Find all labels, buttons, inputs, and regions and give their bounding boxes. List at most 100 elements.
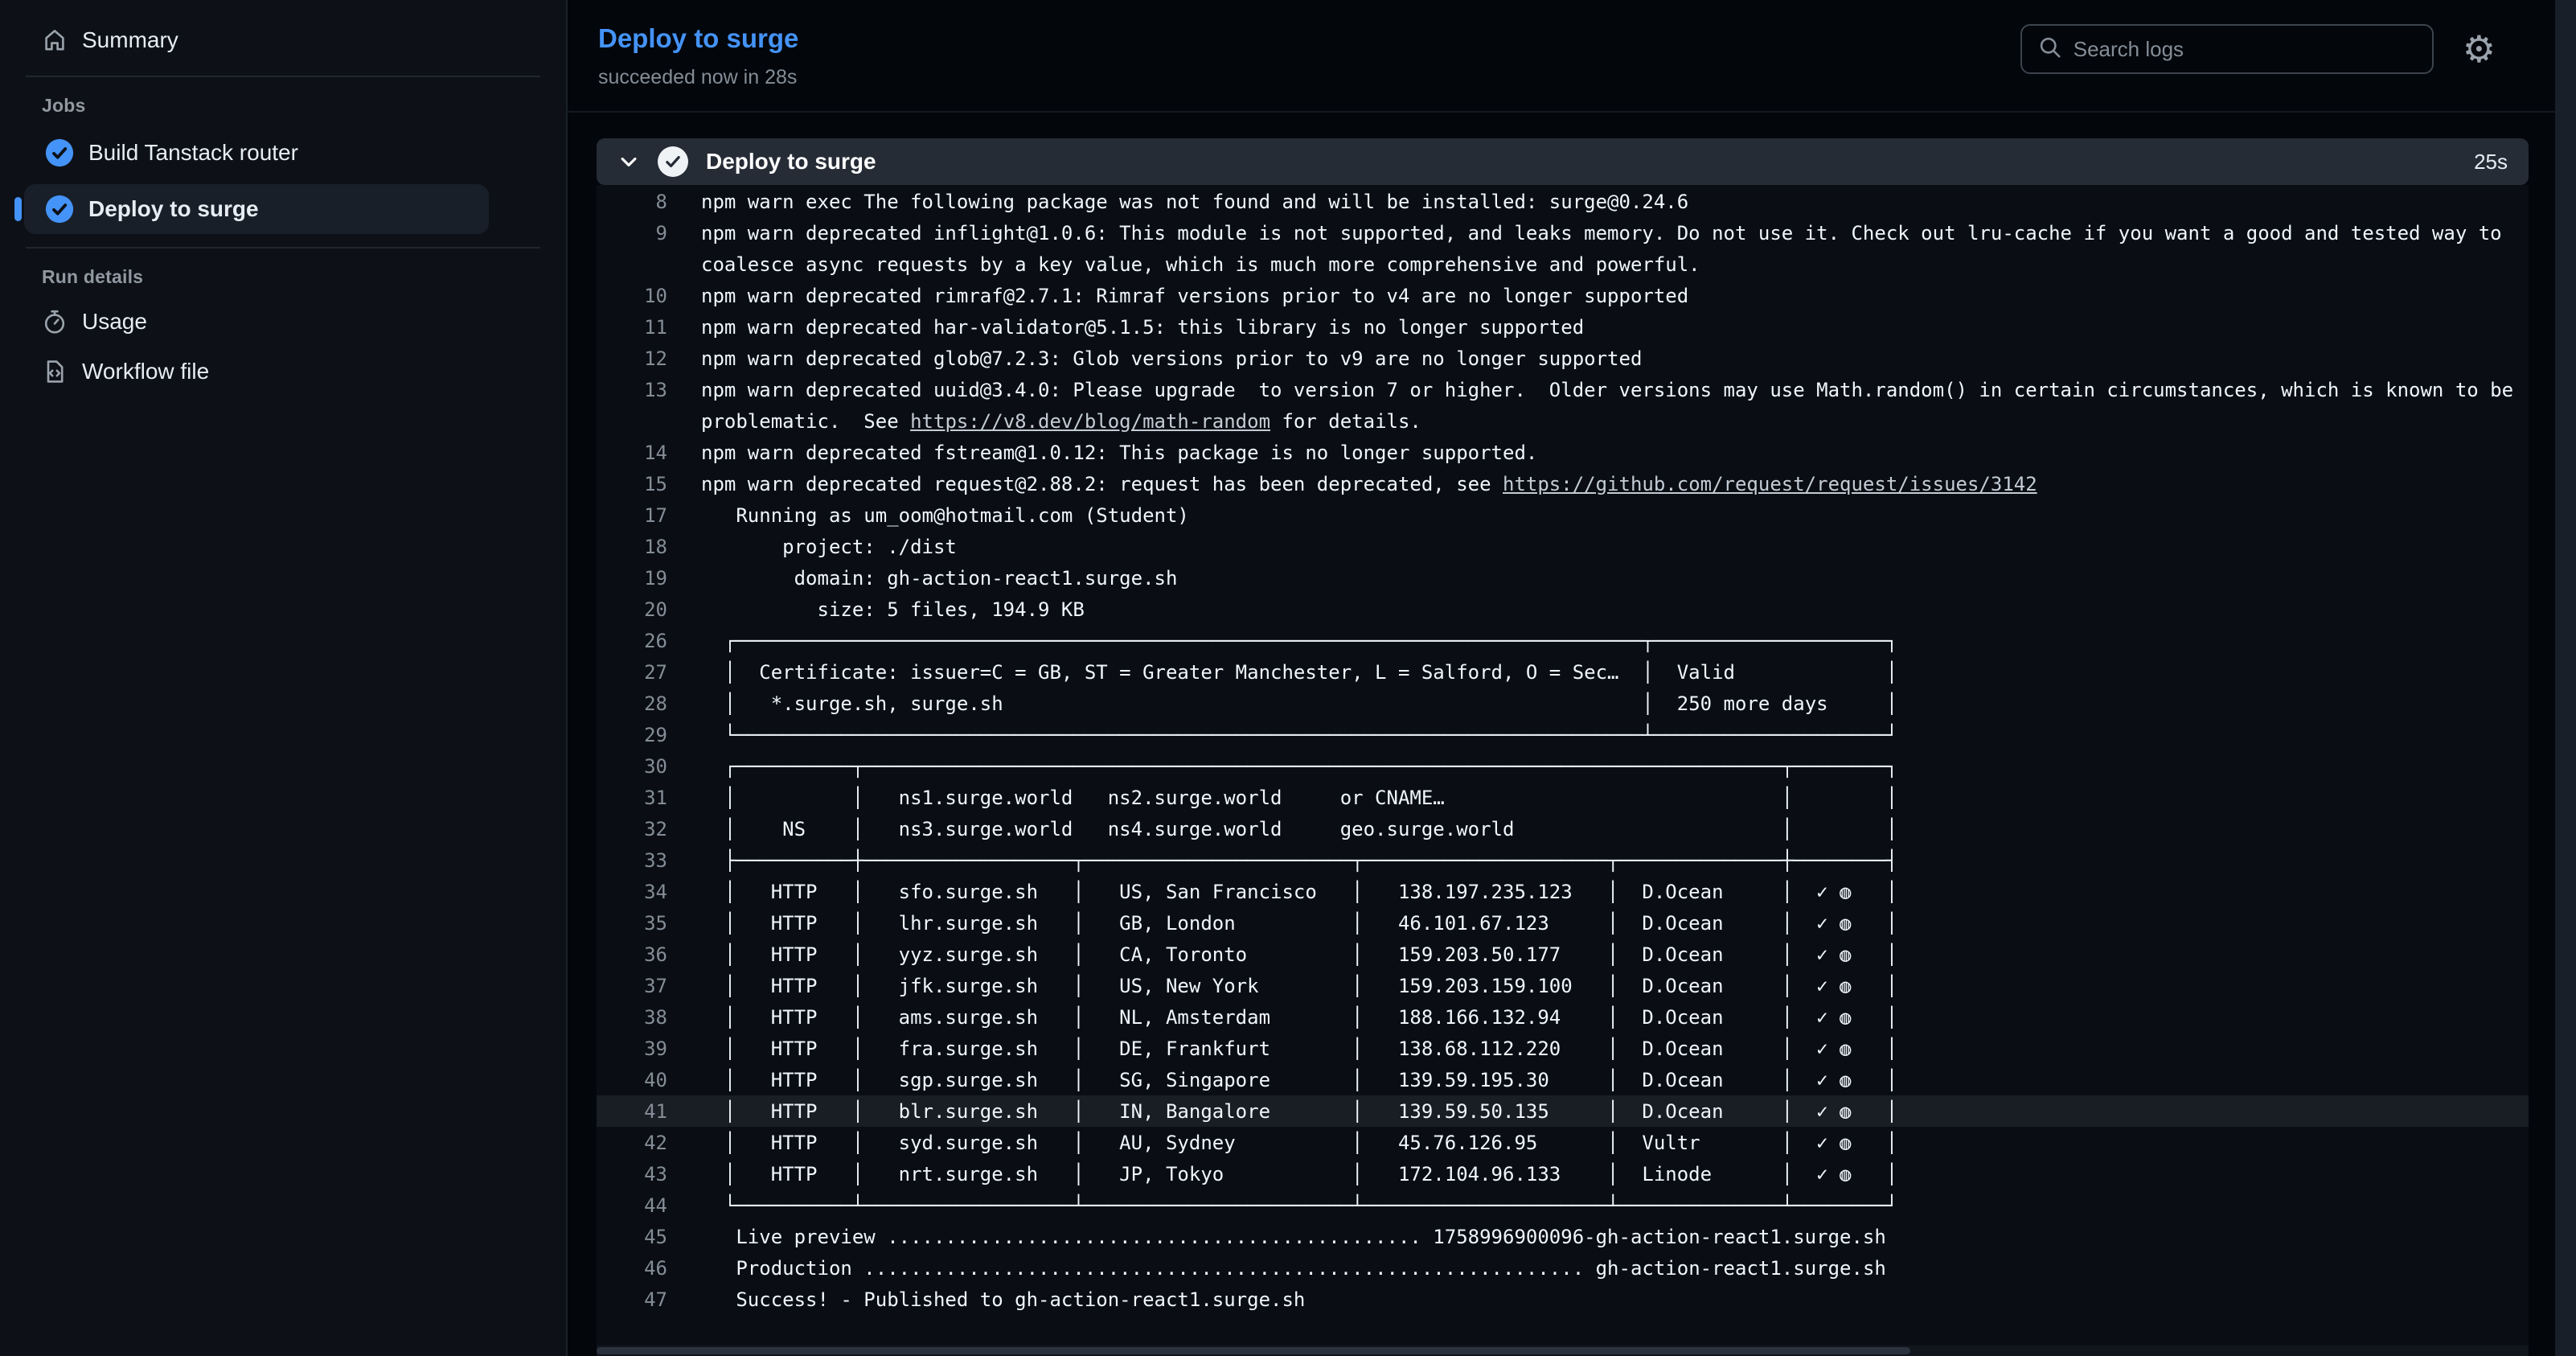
run-header: Deploy to surge succeeded now in 28s ⚙: [568, 0, 2576, 113]
log-text-segment: size: 5 files, 194.9 KB: [701, 598, 1085, 621]
horizontal-scrollbar-thumb[interactable]: [597, 1347, 1910, 1354]
log-text-segment: [1514, 818, 1781, 840]
search-icon: [2038, 35, 2062, 64]
log-text-segment: ┬: [1073, 849, 1084, 872]
log-line-text: npm warn deprecated request@2.88.2: requ…: [701, 473, 2037, 495]
log-line-number[interactable]: 10: [597, 285, 667, 307]
workflow-run-page: Summary Jobs Build Tanstack router Deplo…: [0, 0, 2576, 1356]
gear-icon[interactable]: ⚙: [2463, 31, 2496, 68]
log-line-text: npm warn deprecated har-validator@5.1.5:…: [701, 316, 1584, 339]
log-line-number[interactable]: 28: [597, 692, 667, 715]
log-row: 45 Live preview ........................…: [597, 1221, 2529, 1252]
log-text-segment: ........................................…: [887, 1226, 1421, 1248]
log-row: 43 │ HTTP │ nrt.surge.sh │ JP, Tokyo │ 1…: [597, 1158, 2529, 1190]
log-line-number[interactable]: 40: [597, 1069, 667, 1091]
page-title[interactable]: Deploy to surge: [598, 24, 798, 53]
check-circle-icon: [45, 138, 74, 167]
log-line-number[interactable]: 26: [597, 630, 667, 652]
log-link[interactable]: https://v8.dev/blog/math-random: [910, 410, 1270, 433]
log-line-number[interactable]: 18: [597, 536, 667, 558]
sidebar-job-build-tanstack-router[interactable]: Build Tanstack router: [24, 128, 489, 178]
log-text-segment: [1003, 692, 1643, 715]
log-line-text: ├──────────┼──────────────────┬─────────…: [701, 849, 1897, 872]
sidebar-item-usage[interactable]: Usage: [23, 299, 494, 344]
log-line-number[interactable]: 33: [597, 849, 667, 872]
log-line-number[interactable]: 45: [597, 1226, 667, 1248]
search-logs-input[interactable]: [2074, 37, 2416, 62]
log-text-segment: │ │: [1782, 787, 1898, 809]
log-text-segment: ┬: [852, 755, 863, 778]
log-text-segment: │ HTTP │ nrt.surge.sh │ JP, Tokyo │ 172.…: [701, 1163, 1897, 1185]
log-text-segment: ──────────────────: [863, 849, 1073, 872]
log-text-segment: │ HTTP │ lhr.surge.sh │ GB, London │ 46.…: [701, 912, 1897, 935]
log-text-segment: │ HTTP │ sfo.surge.sh │ US, San Francisc…: [701, 881, 1897, 903]
sidebar-divider: [26, 76, 540, 77]
log-line-number[interactable]: 11: [597, 316, 667, 339]
log-text-segment: problematic. See: [701, 410, 910, 433]
log-text-segment: │ HTTP │ ams.surge.sh │ NL, Amsterdam │ …: [701, 1006, 1897, 1029]
log-row: 46 Production ..........................…: [597, 1252, 2529, 1284]
log-line-number[interactable]: 42: [597, 1132, 667, 1154]
log-link[interactable]: https://github.com/request/request/issue…: [1503, 473, 2037, 495]
log-text-segment: ┴: [1073, 1194, 1084, 1217]
log-line-number[interactable]: 36: [597, 943, 667, 966]
log-line-number[interactable]: 47: [597, 1288, 667, 1311]
log-line-number[interactable]: 17: [597, 504, 667, 527]
log-line-number[interactable]: 12: [597, 347, 667, 370]
main-content: Deploy to surge succeeded now in 28s ⚙: [568, 0, 2576, 1356]
log-text-segment: ┐: [1886, 630, 1897, 652]
log-line-number[interactable]: 30: [597, 755, 667, 778]
file-code-icon: [42, 359, 68, 384]
log-text-segment: ──────────: [736, 755, 852, 778]
log-line-number[interactable]: 32: [597, 818, 667, 840]
log-row: 28 │ *.surge.sh, surge.sh │ 250 more day…: [597, 688, 2529, 719]
log-line-text: │ HTTP │ sfo.surge.sh │ US, San Francisc…: [701, 881, 1897, 903]
log-line-number[interactable]: 8: [597, 191, 667, 213]
log-text-segment: ────────────────────────────────────────…: [736, 724, 1642, 746]
log-text-segment: ┼: [1782, 849, 1793, 872]
log-line-number[interactable]: 39: [597, 1038, 667, 1060]
sidebar-job-deploy-to-surge[interactable]: Deploy to surge: [24, 184, 489, 234]
log-line-number[interactable]: 19: [597, 567, 667, 590]
log-line-number[interactable]: 38: [597, 1006, 667, 1029]
log-text-segment: coalesce async requests by a key value, …: [701, 253, 1700, 276]
sidebar-item-summary[interactable]: Summary: [23, 18, 494, 63]
log-line-number[interactable]: 41: [597, 1100, 667, 1123]
log-line-number[interactable]: 31: [597, 787, 667, 809]
log-row: 44 └──────────┴──────────────────┴──────…: [597, 1190, 2529, 1221]
log-line-number[interactable]: 27: [597, 661, 667, 684]
log-line-number[interactable]: 46: [597, 1257, 667, 1280]
horizontal-scrollbar[interactable]: [597, 1346, 2529, 1356]
log-text-segment: │ Certificate: issuer=C = GB, ST = Great…: [701, 661, 1735, 684]
log-row: 11 npm warn deprecated har-validator@5.1.…: [597, 311, 2529, 343]
stopwatch-icon: [42, 309, 68, 335]
log-line-number[interactable]: 9: [597, 222, 667, 244]
sidebar-item-workflow-file[interactable]: Workflow file: [23, 349, 494, 394]
log-line-number[interactable]: 44: [597, 1194, 667, 1217]
log-line-number[interactable]: 13: [597, 379, 667, 401]
success-check-icon: [658, 146, 688, 177]
title-block: Deploy to surge succeeded now in 28s: [598, 24, 798, 89]
sidebar-divider: [26, 247, 540, 249]
log-row: 17 Running as um_oom@hotmail.com (Studen…: [597, 499, 2529, 531]
log-row: 38 │ HTTP │ ams.surge.sh │ NL, Amsterdam…: [597, 1001, 2529, 1033]
log-line-number[interactable]: 20: [597, 598, 667, 621]
log-text-segment: ──────────────────: [863, 1194, 1073, 1217]
log-line-number[interactable]: 15: [597, 473, 667, 495]
log-line-number[interactable]: 14: [597, 442, 667, 464]
log-line-text: │ NS │ ns3.surge.world ns4.surge.world g…: [701, 818, 1897, 840]
log-line-number[interactable]: 35: [597, 912, 667, 935]
chevron-down-icon[interactable]: [617, 150, 640, 173]
log-line-number[interactable]: 29: [597, 724, 667, 746]
log-group-header[interactable]: Deploy to surge 25s: [597, 138, 2529, 185]
log-line-text: Production .............................…: [701, 1257, 1886, 1280]
log-line-number[interactable]: 37: [597, 975, 667, 997]
log-text-segment: ┌: [701, 630, 736, 652]
vertical-scrollbar[interactable]: [2555, 0, 2576, 1356]
log-line-text: project: ./dist: [701, 536, 957, 558]
log-text-segment: [1445, 787, 1782, 809]
log-row: 31 │ │ ns1.surge.world ns2.surge.world o…: [597, 782, 2529, 813]
log-line-number[interactable]: 43: [597, 1163, 667, 1185]
log-line-text: │ HTTP │ jfk.surge.sh │ US, New York │ 1…: [701, 975, 1897, 997]
log-line-number[interactable]: 34: [597, 881, 667, 903]
